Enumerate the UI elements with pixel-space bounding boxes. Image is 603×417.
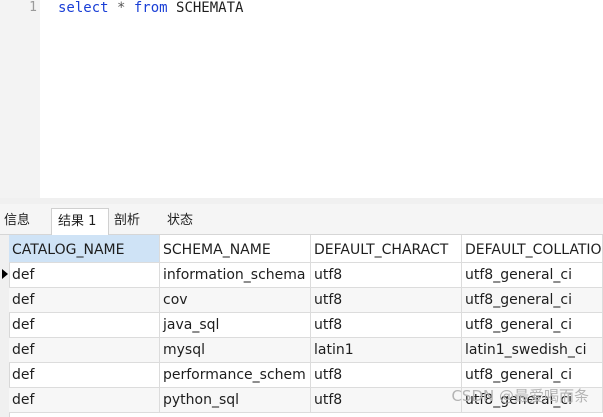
table-cell[interactable]: python_sql: [160, 388, 311, 413]
table-identifier: SCHEMATA: [167, 0, 244, 16]
column-header[interactable]: CATALOG_NAME: [9, 235, 160, 263]
sql-code-line[interactable]: select * from SCHEMATA: [58, 0, 243, 16]
table-cell[interactable]: def: [9, 363, 160, 388]
sql-editor[interactable]: 1 select * from SCHEMATA: [0, 0, 603, 198]
column-header[interactable]: DEFAULT_COLLATIO: [462, 235, 603, 263]
table-cell[interactable]: performance_schem: [160, 363, 311, 388]
table-cell[interactable]: mysql: [160, 338, 311, 363]
table-cell[interactable]: latin1_swedish_ci: [462, 338, 603, 363]
table-cell[interactable]: def: [9, 313, 160, 338]
table-cell[interactable]: def: [9, 388, 160, 413]
tab-info[interactable]: 信息: [0, 208, 46, 234]
current-row-arrow-icon: [2, 269, 8, 279]
table-cell[interactable]: def: [9, 288, 160, 313]
table-cell[interactable]: utf8: [311, 263, 462, 288]
table-cell[interactable]: utf8_general_ci: [462, 263, 603, 288]
column-header[interactable]: DEFAULT_CHARACT: [311, 235, 462, 263]
column-header[interactable]: SCHEMA_NAME: [160, 235, 311, 263]
table-cell[interactable]: utf8_general_ci: [462, 313, 603, 338]
result-tabs: 信息 结果 1 剖析 状态: [0, 204, 603, 235]
table-cell[interactable]: java_sql: [160, 313, 311, 338]
table-cell[interactable]: information_schema: [160, 263, 311, 288]
tab-result-1[interactable]: 结果 1: [51, 208, 109, 235]
tab-status[interactable]: 状态: [163, 208, 213, 234]
table-cell[interactable]: utf8: [311, 388, 462, 413]
keyword-from: from: [133, 0, 168, 16]
table-cell[interactable]: latin1: [311, 338, 462, 363]
table-cell[interactable]: utf8_general_ci: [462, 288, 603, 313]
table-cell[interactable]: utf8: [311, 363, 462, 388]
keyword-select: select: [58, 0, 109, 16]
line-number: 1: [29, 0, 37, 15]
table-cell[interactable]: utf8: [311, 313, 462, 338]
watermark: CSDN @最爱喝而条: [451, 387, 589, 405]
operator-star: *: [108, 0, 134, 16]
table-cell[interactable]: utf8: [311, 288, 462, 313]
table-cell[interactable]: cov: [160, 288, 311, 313]
tab-profile[interactable]: 剖析: [110, 208, 160, 234]
line-number-gutter: 1: [0, 0, 40, 198]
table-cell[interactable]: def: [9, 338, 160, 363]
table-cell[interactable]: def: [9, 263, 160, 288]
